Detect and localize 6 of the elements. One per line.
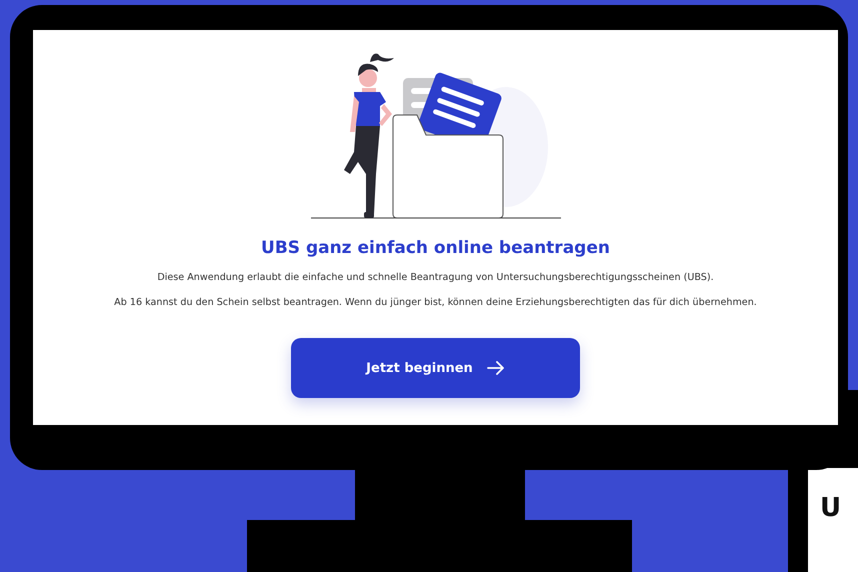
- start-button[interactable]: Jetzt beginnen: [291, 338, 580, 398]
- page-heading: UBS ganz einfach online beantragen: [261, 238, 610, 258]
- arrow-right-icon: [486, 361, 505, 375]
- intro-paragraph: Ab 16 kannst du den Schein selbst beantragen. Wenn du jünger bist, können deine Erziehungsberechtigten das für dich übernehmen.: [114, 297, 757, 308]
- intro-paragraph: Diese Anwendung erlaubt die einfache und schnelle Beantragung von Untersuchungsberechtigungsscheinen (UBS).: [157, 272, 714, 283]
- tablet-heading: U: [820, 493, 842, 523]
